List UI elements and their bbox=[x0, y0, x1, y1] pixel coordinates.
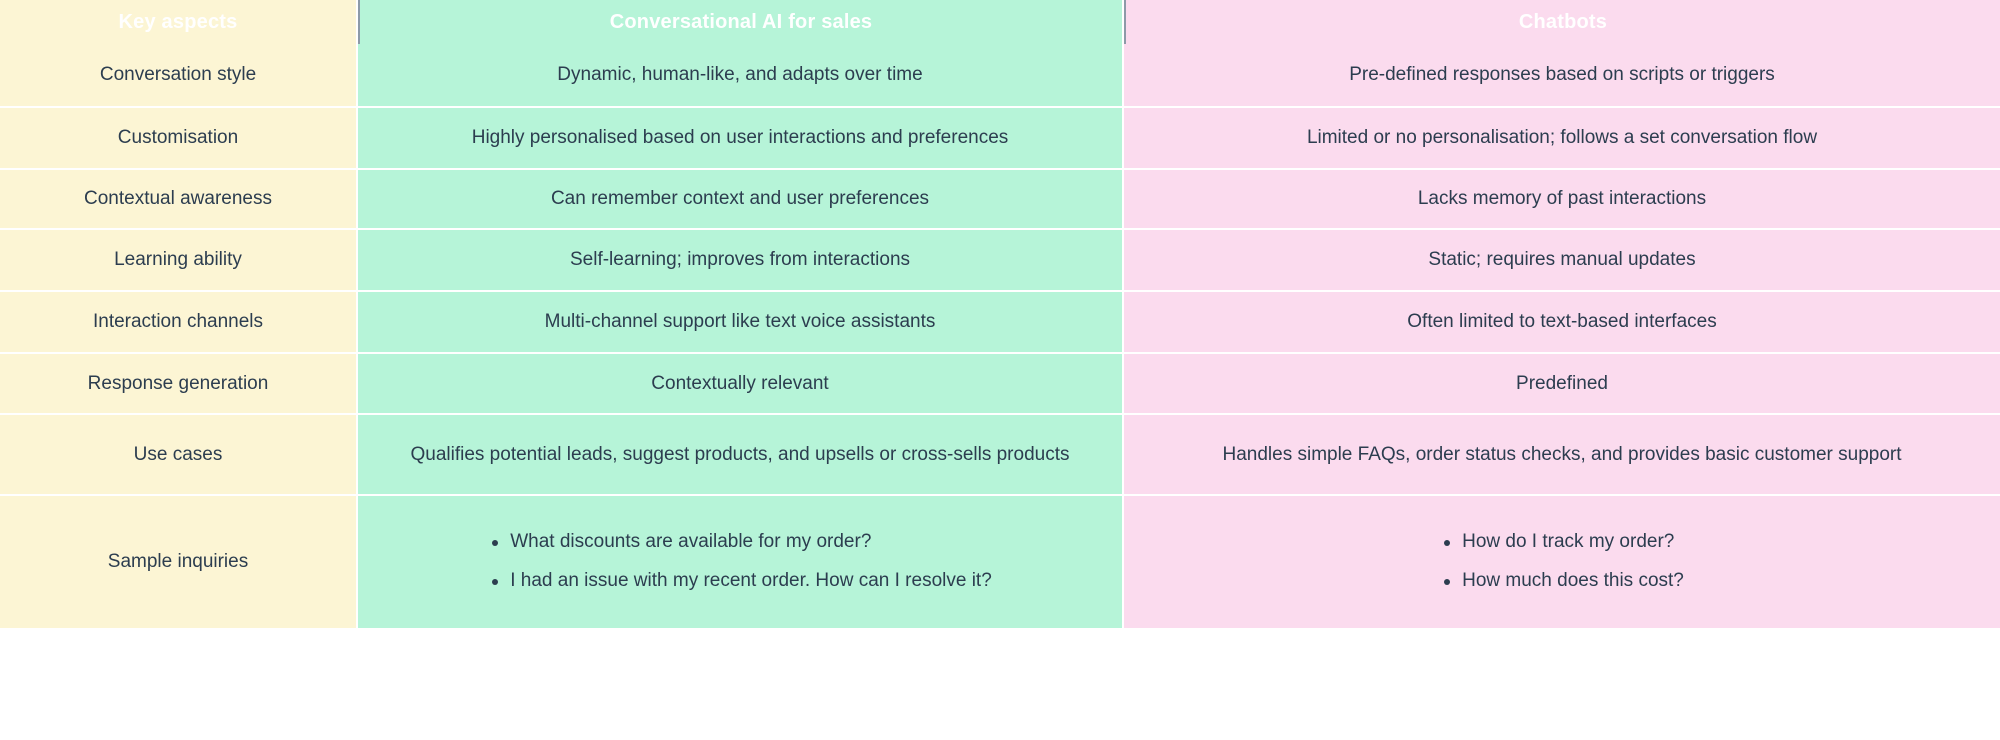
column-header-chatbots: Chatbots bbox=[1124, 0, 2000, 44]
table-row: Response generation Contextually relevan… bbox=[0, 354, 2000, 415]
table-header-row: Key aspects Conversational AI for sales … bbox=[0, 0, 2000, 44]
sample-inquiries-chatbot-list: How do I track my order? How much does t… bbox=[1440, 530, 1684, 593]
aspect-label: Conversation style bbox=[0, 44, 358, 106]
sample-inquiries-ai-list: What discounts are available for my orde… bbox=[488, 530, 992, 593]
table-row: Conversation style Dynamic, human-like, … bbox=[0, 44, 2000, 108]
table-row: Sample inquiries What discounts are avai… bbox=[0, 496, 2000, 628]
conversational-ai-value: Contextually relevant bbox=[358, 354, 1124, 413]
list-item: I had an issue with my recent order. How… bbox=[488, 569, 992, 594]
conversational-ai-value: Qualifies potential leads, suggest produ… bbox=[358, 415, 1124, 494]
aspect-label: Sample inquiries bbox=[0, 496, 358, 628]
conversational-ai-value: Highly personalised based on user intera… bbox=[358, 108, 1124, 168]
chatbot-value: Pre-defined responses based on scripts o… bbox=[1124, 44, 2000, 106]
aspect-label: Use cases bbox=[0, 415, 358, 494]
aspect-label: Learning ability bbox=[0, 230, 358, 290]
column-header-key-aspects: Key aspects bbox=[0, 0, 358, 44]
list-item: How do I track my order? bbox=[1440, 530, 1684, 555]
list-item: What discounts are available for my orde… bbox=[488, 530, 992, 555]
comparison-table: Key aspects Conversational AI for sales … bbox=[0, 0, 2000, 740]
conversational-ai-value: What discounts are available for my orde… bbox=[358, 496, 1124, 628]
column-header-conversational-ai: Conversational AI for sales bbox=[358, 0, 1124, 44]
table-row: Learning ability Self-learning; improves… bbox=[0, 230, 2000, 292]
conversational-ai-value: Can remember context and user preference… bbox=[358, 170, 1124, 228]
chatbot-value: Often limited to text-based interfaces bbox=[1124, 292, 2000, 352]
conversational-ai-value: Multi-channel support like text voice as… bbox=[358, 292, 1124, 352]
aspect-label: Contextual awareness bbox=[0, 170, 358, 228]
conversational-ai-value: Dynamic, human-like, and adapts over tim… bbox=[358, 44, 1124, 106]
table-body: Conversation style Dynamic, human-like, … bbox=[0, 44, 2000, 740]
aspect-label: Customisation bbox=[0, 108, 358, 168]
chatbot-value: Predefined bbox=[1124, 354, 2000, 413]
chatbot-value: How do I track my order? How much does t… bbox=[1124, 496, 2000, 628]
table-row: Interaction channels Multi-channel suppo… bbox=[0, 292, 2000, 354]
table-row: Customisation Highly personalised based … bbox=[0, 108, 2000, 170]
chatbot-value: Static; requires manual updates bbox=[1124, 230, 2000, 290]
list-item: How much does this cost? bbox=[1440, 569, 1684, 594]
table-row: Use cases Qualifies potential leads, sug… bbox=[0, 415, 2000, 496]
chatbot-value: Lacks memory of past interactions bbox=[1124, 170, 2000, 228]
table-row: Contextual awareness Can remember contex… bbox=[0, 170, 2000, 230]
conversational-ai-value: Self-learning; improves from interaction… bbox=[358, 230, 1124, 290]
chatbot-value: Limited or no personalisation; follows a… bbox=[1124, 108, 2000, 168]
aspect-label: Response generation bbox=[0, 354, 358, 413]
chatbot-value: Handles simple FAQs, order status checks… bbox=[1124, 415, 2000, 494]
aspect-label: Interaction channels bbox=[0, 292, 358, 352]
